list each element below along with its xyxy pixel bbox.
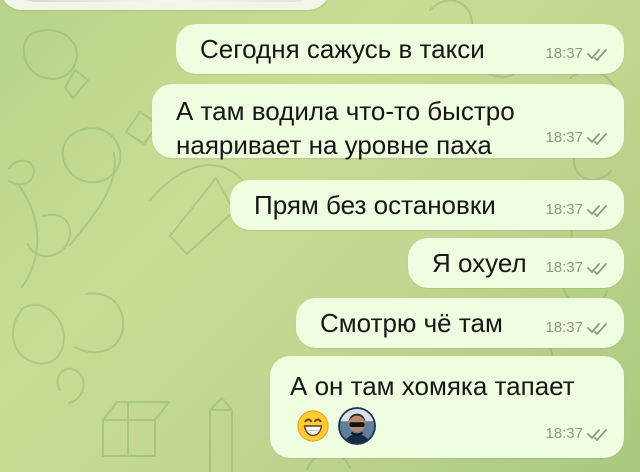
- message-text: Сегодня сажусь в такси: [200, 34, 485, 64]
- media-preview-fragment: [18, 0, 312, 2]
- message-text: Смотрю чё там: [320, 308, 503, 338]
- double-check-icon: [587, 133, 607, 145]
- double-check-icon: [587, 205, 607, 217]
- previous-message-fragment: [0, 0, 330, 10]
- message-text: Я охуел: [432, 248, 527, 278]
- message-time: 18:37: [545, 129, 583, 146]
- double-check-icon: [587, 263, 607, 275]
- outgoing-message-2[interactable]: А там водила что-то быстро наяривает на …: [152, 84, 624, 160]
- telegram-chat-screen: { "theme": { "accent": "#4fa66b", "outgo…: [0, 0, 640, 472]
- message-time: 18:37: [545, 45, 583, 62]
- message-text: Прям без остановки: [254, 190, 496, 220]
- double-check-icon: [587, 429, 607, 441]
- grinning-face-emoji: [297, 410, 329, 442]
- outgoing-message-1[interactable]: Сегодня сажусь в такси 18:37: [176, 24, 624, 74]
- message-meta: 18:37: [545, 426, 608, 442]
- message-line-2: наяривает на уровне паха: [176, 130, 492, 160]
- emoji-reaction-row: [296, 406, 378, 446]
- message-meta: 18:37: [545, 46, 608, 62]
- message-time: 18:37: [545, 425, 583, 442]
- avatar-emoji: [338, 407, 376, 445]
- message-meta: 18:37: [545, 130, 608, 146]
- outgoing-message-6[interactable]: А он там хомяка тапает 18:37: [270, 356, 624, 458]
- message-time: 18:37: [545, 319, 583, 336]
- message-line-1: А там водила что-то быстро: [176, 96, 515, 126]
- message-time: 18:37: [545, 201, 583, 218]
- message-meta: 18:37: [545, 320, 608, 336]
- message-meta: 18:37: [545, 260, 608, 276]
- outgoing-message-3[interactable]: Прям без остановки 18:37: [230, 180, 624, 230]
- message-time: 18:37: [545, 259, 583, 276]
- message-text: А он там хомяка тапает: [290, 371, 575, 401]
- double-check-icon: [587, 323, 607, 335]
- double-check-icon: [587, 49, 607, 61]
- outgoing-message-5[interactable]: Смотрю чё там 18:37: [296, 298, 624, 348]
- outgoing-message-4[interactable]: Я охуел 18:37: [408, 238, 624, 288]
- message-meta: 18:37: [545, 202, 608, 218]
